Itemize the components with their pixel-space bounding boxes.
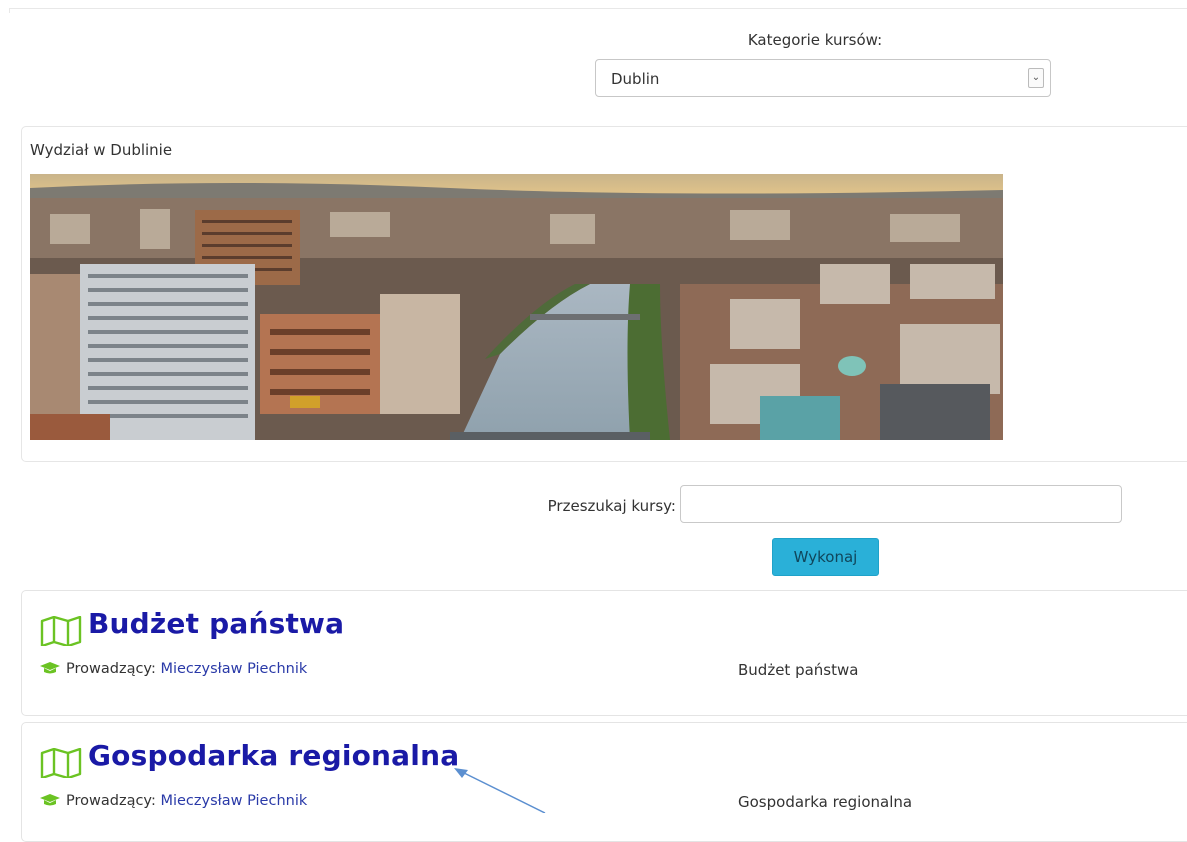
course-teacher: Prowadzący: Mieczysław Piechnik [40, 661, 307, 677]
teacher-label: Prowadzący: [66, 661, 156, 677]
course-title[interactable]: Budżet państwa [88, 607, 344, 640]
course-teacher: Prowadzący: Mieczysław Piechnik [40, 793, 307, 809]
course-card: Gospodarka regionalna Prowadzący: Mieczy… [21, 722, 1187, 842]
search-button[interactable]: Wykonaj [772, 538, 879, 576]
search-input[interactable] [680, 485, 1122, 523]
chevron-down-icon[interactable]: ⌄ [1028, 68, 1044, 88]
graduation-cap-icon [40, 662, 60, 674]
department-title: Wydział w Dublinie [30, 141, 173, 159]
category-label: Kategorie kursów: [747, 31, 883, 49]
course-title[interactable]: Gospodarka regionalna [88, 739, 459, 772]
map-icon [40, 616, 82, 646]
content-frame [9, 8, 1187, 13]
graduation-cap-icon [40, 794, 60, 806]
teacher-name-link[interactable]: Mieczysław Piechnik [160, 793, 307, 809]
course-card: Budżet państwa Prowadzący: Mieczysław Pi… [21, 590, 1187, 716]
search-label: Przeszukaj kursy: [547, 497, 676, 515]
course-summary: Gospodarka regionalna [738, 793, 913, 811]
map-icon [40, 748, 82, 778]
course-summary: Budżet państwa [738, 661, 859, 679]
dublin-city-image [30, 174, 1003, 440]
category-select[interactable]: Dublin ⌄ [595, 59, 1051, 97]
teacher-label: Prowadzący: [66, 793, 156, 809]
teacher-name-link[interactable]: Mieczysław Piechnik [160, 661, 307, 677]
category-selected-value: Dublin [611, 70, 660, 88]
